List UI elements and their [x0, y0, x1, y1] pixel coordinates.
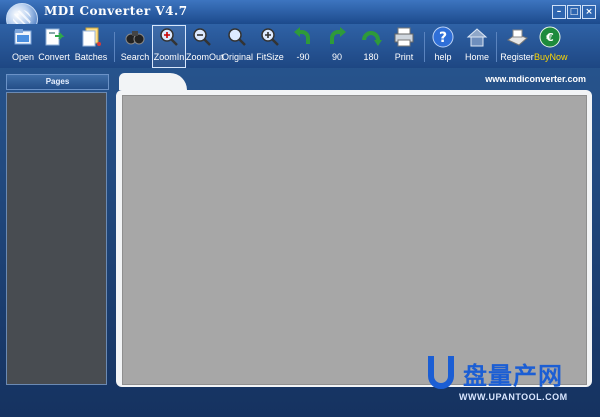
zoom-out-icon	[191, 26, 213, 48]
svg-text:?: ?	[439, 30, 447, 46]
svg-text:€: €	[545, 31, 554, 44]
rotate-90-label: 90	[331, 52, 342, 62]
toolbar-separator	[424, 32, 425, 62]
home-button[interactable]: Home	[462, 26, 492, 67]
fit-size-icon	[259, 26, 281, 48]
search-button[interactable]: Search	[120, 26, 150, 67]
zoom-in-icon	[158, 26, 180, 48]
toolbar-separator	[114, 32, 115, 62]
help-icon: ?	[432, 26, 454, 48]
app-window: MDI Converter V4.7 – □ × Open Convert Ba…	[0, 0, 600, 417]
help-label: help	[434, 52, 452, 62]
open-label: Open	[11, 52, 35, 62]
register-label: Register	[500, 52, 534, 62]
viewer-header: www.mdiconverter.com	[116, 72, 594, 90]
print-button[interactable]: Print	[390, 26, 418, 67]
magnifier-icon	[226, 26, 248, 48]
zoomin-button[interactable]: ZoomIn	[152, 25, 186, 68]
printer-icon	[393, 26, 415, 48]
fitsize-label: FitSize	[256, 52, 284, 62]
rotate-180-label: 180	[363, 52, 379, 62]
home-icon	[466, 26, 488, 48]
pages-panel-header: Pages	[6, 74, 109, 90]
pages-thumbnail-panel[interactable]	[6, 92, 107, 385]
buynow-label: BuyNow	[534, 52, 568, 62]
watermark-u-logo-icon	[428, 356, 454, 389]
watermark: 盘量产网 WWW.UPANTOOL.COM	[423, 350, 593, 410]
watermark-url: WWW.UPANTOOL.COM	[459, 392, 568, 402]
rotate-left-icon	[292, 26, 314, 48]
original-button[interactable]: Original	[222, 26, 254, 67]
zoomout-button[interactable]: ZoomOut	[186, 26, 224, 67]
window-title: MDI Converter V4.7	[44, 4, 188, 18]
rotate-90-button[interactable]: 90	[324, 26, 350, 67]
batches-button[interactable]: Batches	[74, 26, 108, 67]
buynow-button[interactable]: € BuyNow	[534, 26, 568, 67]
pages-panel-title: Pages	[45, 77, 70, 86]
help-button[interactable]: ? help	[430, 26, 456, 67]
search-label: Search	[120, 52, 150, 62]
maximize-button[interactable]: □	[567, 5, 581, 19]
toolbar: Open Convert Batches Search ZoomIn ZoomO…	[0, 24, 600, 68]
fitsize-button[interactable]: FitSize	[256, 26, 284, 67]
rotate-180-button[interactable]: 180	[358, 26, 384, 67]
register-button[interactable]: Register	[500, 26, 534, 67]
close-button[interactable]: ×	[582, 5, 596, 19]
rotate-minus90-label: -90	[296, 52, 310, 62]
convert-icon	[43, 26, 65, 48]
open-button[interactable]: Open	[8, 26, 38, 67]
register-icon	[506, 26, 528, 48]
euro-coin-icon: €	[539, 26, 561, 48]
watermark-brand: 盘量产网	[463, 362, 563, 390]
rotate-180-icon	[360, 26, 382, 48]
original-label: Original	[222, 52, 254, 62]
print-label: Print	[394, 52, 414, 62]
zoomout-label: ZoomOut	[186, 52, 224, 62]
rotate-right-icon	[326, 26, 348, 48]
convert-button[interactable]: Convert	[38, 26, 70, 67]
zoomin-label: ZoomIn	[153, 52, 185, 62]
title-bar[interactable]: MDI Converter V4.7 – □ ×	[0, 0, 600, 35]
document-canvas[interactable]	[122, 95, 587, 385]
home-label: Home	[464, 52, 489, 62]
open-folder-icon	[12, 26, 34, 48]
viewer-tab	[119, 73, 187, 90]
batches-icon	[80, 26, 102, 48]
minimize-button[interactable]: –	[552, 5, 566, 19]
batches-label: Batches	[74, 52, 108, 62]
website-link[interactable]: www.mdiconverter.com	[485, 74, 586, 84]
toolbar-separator	[496, 32, 497, 62]
convert-label: Convert	[38, 52, 70, 62]
binoculars-icon	[124, 26, 146, 48]
rotate-minus90-button[interactable]: -90	[290, 26, 316, 67]
